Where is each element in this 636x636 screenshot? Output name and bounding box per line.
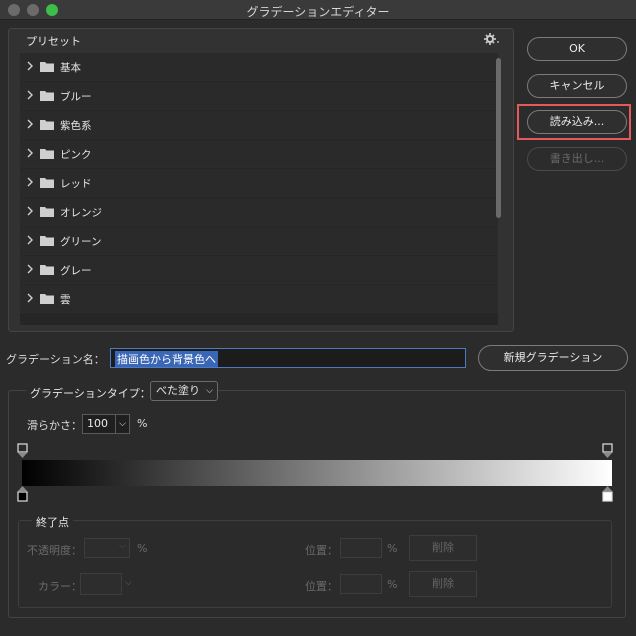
gradient-type-select[interactable]: べた塗り ⌵ <box>150 381 218 401</box>
chevron-down-icon: ⌵ <box>125 578 132 588</box>
cancel-button[interactable]: キャンセル <box>527 74 627 98</box>
folder-icon <box>40 294 54 304</box>
chevron-right-icon[interactable] <box>26 263 34 275</box>
chevron-right-icon[interactable] <box>26 234 34 246</box>
chevron-down-icon: ⌵ <box>206 386 213 396</box>
opacity-input: ⌵ <box>84 538 130 558</box>
folder-icon <box>40 62 54 72</box>
preset-folder-gray[interactable]: グレー <box>20 256 498 284</box>
opacity-stop-left[interactable] <box>17 443 29 459</box>
preset-folder-label: ピンク <box>60 149 92 161</box>
chevron-right-icon[interactable] <box>26 89 34 101</box>
title-bar: グラデーションエディター <box>0 0 636 20</box>
preset-folder-label: レッド <box>60 178 92 190</box>
opacity-label: 不透明度： <box>27 544 82 557</box>
chevron-right-icon[interactable] <box>26 60 34 72</box>
presets-label: プリセット <box>26 35 81 48</box>
preset-folder-basic[interactable]: 基本 <box>20 53 498 81</box>
smoothness-value: 100 <box>87 417 108 430</box>
folder-icon <box>40 265 54 275</box>
folder-icon <box>40 178 54 188</box>
gradient-type-label: グラデーションタイプ： <box>26 385 155 401</box>
preset-folder-blue[interactable]: ブルー <box>20 82 498 110</box>
folder-icon <box>40 236 54 246</box>
gradient-name-value: 描画色から背景色へ <box>115 351 218 367</box>
chevron-down-icon: ⌵ <box>119 541 126 551</box>
preset-folder-orange[interactable]: オレンジ <box>20 198 498 226</box>
preset-list-scrollbar[interactable] <box>496 58 501 218</box>
chevron-right-icon[interactable] <box>26 176 34 188</box>
stops-label: 終了点 <box>32 514 73 530</box>
gradient-type-value: べた塗り <box>156 384 200 397</box>
color-stop-left[interactable] <box>17 486 29 502</box>
preset-list[interactable]: 基本 ブルー 紫色系 ピンク レッド オレンジ グリーン グレー 雲 <box>20 53 498 325</box>
preset-folder-purple[interactable]: 紫色系 <box>20 111 498 139</box>
window-title: グラデーションエディター <box>246 5 390 19</box>
preset-folder-label: オレンジ <box>60 207 102 219</box>
preset-folder-label: グレー <box>60 265 92 277</box>
load-button[interactable]: 読み込み... <box>527 110 627 134</box>
delete-opacity-stop-button: 削除 <box>409 535 477 561</box>
gradient-name-label: グラデーション名： <box>6 353 105 366</box>
preset-folder-label: ブルー <box>60 91 92 103</box>
opacity-stop-right[interactable] <box>602 443 614 459</box>
export-button: 書き出し... <box>527 147 627 171</box>
preset-folder-green[interactable]: グリーン <box>20 227 498 255</box>
folder-icon <box>40 91 54 101</box>
folder-icon <box>40 207 54 217</box>
gear-icon[interactable] <box>484 32 500 49</box>
preset-folder-label: 紫色系 <box>60 120 92 132</box>
preset-folder-pink[interactable]: ピンク <box>20 140 498 168</box>
chevron-right-icon[interactable] <box>26 118 34 130</box>
opacity-position-label: 位置： <box>305 544 338 557</box>
preset-folder-label: 基本 <box>60 62 81 74</box>
smoothness-unit: % <box>137 417 148 430</box>
color-position-label: 位置： <box>305 580 338 593</box>
color-position-input <box>340 574 382 594</box>
folder-icon <box>40 149 54 159</box>
delete-color-stop-button: 削除 <box>409 571 477 597</box>
preset-folder-red[interactable]: レッド <box>20 169 498 197</box>
color-label: カラー： <box>38 580 82 593</box>
preset-folder-label: グリーン <box>60 236 102 248</box>
opacity-position-unit: % <box>387 542 398 555</box>
folder-icon <box>40 120 54 130</box>
smoothness-label: 滑らかさ： <box>27 419 82 432</box>
ok-button[interactable]: OK <box>527 37 627 61</box>
chevron-down-icon[interactable]: ⌵ <box>115 415 129 433</box>
color-swatch <box>80 573 122 595</box>
opacity-unit: % <box>137 542 148 555</box>
preset-folder-clouds[interactable]: 雲 <box>20 285 498 313</box>
gradient-name-input[interactable]: 描画色から背景色へ <box>110 348 466 368</box>
color-stop-right[interactable] <box>602 486 614 502</box>
chevron-right-icon[interactable] <box>26 205 34 217</box>
opacity-position-input <box>340 538 382 558</box>
new-gradient-button[interactable]: 新規グラデーション <box>478 345 628 371</box>
chevron-right-icon[interactable] <box>26 147 34 159</box>
chevron-right-icon[interactable] <box>26 292 34 304</box>
color-position-unit: % <box>387 578 398 591</box>
preset-folder-label: 雲 <box>60 294 71 306</box>
smoothness-input[interactable]: 100 ⌵ <box>82 414 130 434</box>
gradient-bar[interactable] <box>22 460 612 486</box>
